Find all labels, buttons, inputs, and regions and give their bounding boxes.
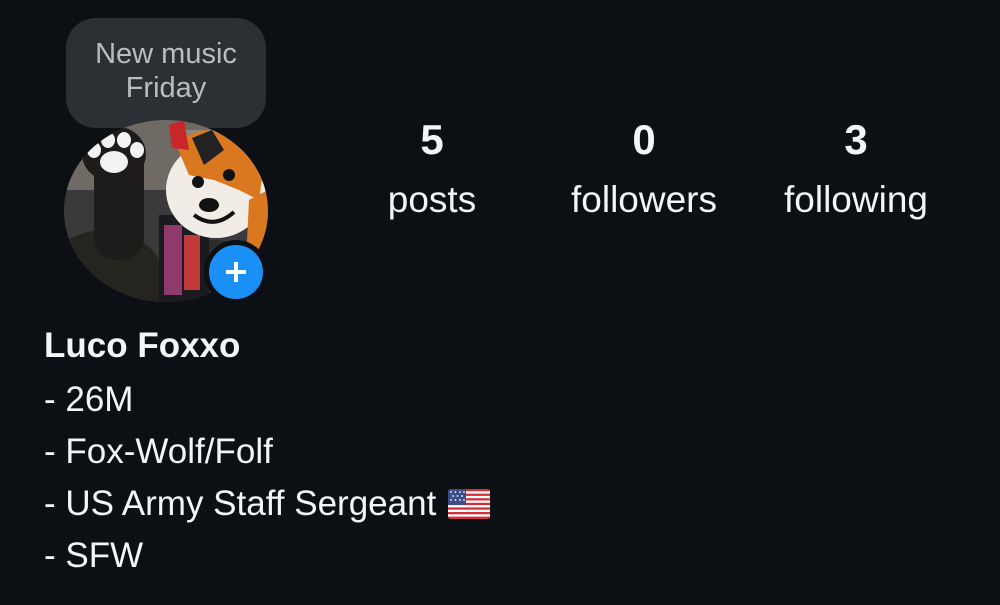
posts-label: posts [387, 179, 477, 220]
followers-label: followers [571, 179, 717, 220]
note-line-2: Friday [125, 72, 207, 104]
following-label: following [784, 179, 928, 220]
note-bubble[interactable]: New music Friday [66, 18, 266, 128]
bio-line-1-text: - 26M [44, 380, 134, 419]
stat-posts[interactable]: 5 posts [322, 114, 542, 224]
following-count: 3 [844, 116, 868, 163]
posts-count: 5 [420, 116, 444, 163]
stat-followers[interactable]: 0 followers [534, 114, 754, 224]
stat-following[interactable]: 3 following [746, 114, 966, 224]
bio-line-2-text: - Fox-Wolf/Folf [44, 432, 273, 471]
note-line-1: New music [95, 38, 237, 70]
add-story-circle [209, 245, 263, 299]
followers-count: 0 [632, 116, 656, 163]
bio: - 26M - Fox-Wolf/Folf - US Army Staff Se… [44, 374, 491, 582]
profile-name: Luco Foxxo [44, 326, 241, 365]
plus-icon [226, 262, 246, 282]
bio-line-4: - SFW [44, 530, 490, 582]
bio-line-2: - Fox-Wolf/Folf [44, 426, 490, 478]
bio-line-1: - 26M [44, 374, 490, 426]
bio-line-4-text: - SFW [44, 536, 144, 575]
bio-line-3-text: - US Army Staff Sergeant [44, 484, 437, 523]
bio-line-3: - US Army Staff Sergeant [44, 478, 491, 530]
add-story-button[interactable] [204, 240, 268, 304]
us-flag-icon [448, 489, 491, 519]
